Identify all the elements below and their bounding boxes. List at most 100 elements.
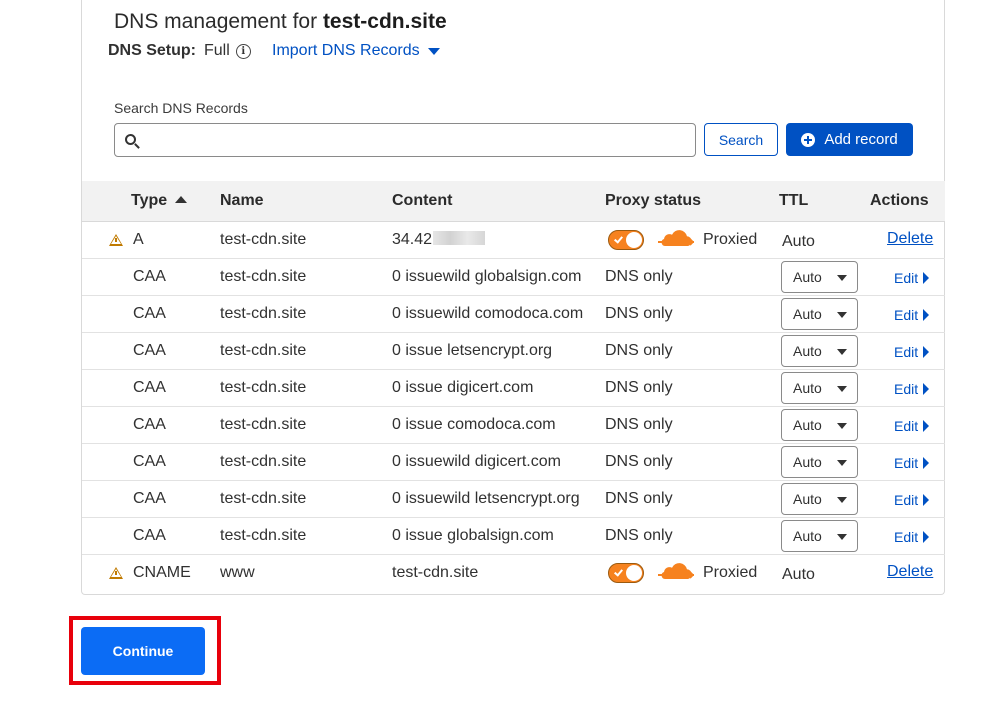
- add-record-button[interactable]: Add record: [786, 123, 913, 156]
- table-row: CAA test-cdn.site 0 issue digicert.com DNS …: [82, 370, 945, 407]
- plus-circle-icon: [801, 132, 816, 147]
- edit-label: Edit: [894, 307, 919, 323]
- search-button[interactable]: Search: [704, 123, 778, 156]
- record-content: 0 issue letsencrypt.org: [392, 342, 552, 360]
- ttl-select[interactable]: Auto: [781, 298, 858, 330]
- ttl-select[interactable]: Auto: [781, 409, 858, 441]
- select-caret-icon: [837, 460, 847, 466]
- record-type: A: [133, 231, 144, 248]
- edit-label: Edit: [894, 529, 919, 545]
- column-header-type-label: Type: [131, 192, 168, 209]
- delete-link[interactable]: Delete: [887, 563, 933, 581]
- edit-link[interactable]: Edit: [894, 529, 930, 545]
- check-icon: [614, 234, 623, 244]
- cloud-proxy-icon: [658, 230, 695, 250]
- edit-label: Edit: [894, 418, 919, 434]
- table-row: CNAME www test-cdn.site Proxied Auto Delete: [82, 555, 945, 592]
- ttl-select[interactable]: Auto: [781, 483, 858, 515]
- record-content: 0 issuewild digicert.com: [392, 453, 561, 471]
- select-caret-icon: [837, 386, 847, 392]
- dns-setup-value: Full: [204, 42, 230, 59]
- search-input[interactable]: [145, 124, 685, 156]
- record-name: test-cdn.site: [220, 527, 307, 544]
- table-row: CAA test-cdn.site 0 issue globalsign.com DN…: [82, 518, 945, 555]
- ttl-select[interactable]: Auto: [781, 372, 858, 404]
- edit-link[interactable]: Edit: [894, 492, 930, 508]
- proxy-status-label: DNS only: [605, 342, 673, 359]
- column-header-content: Content: [392, 192, 453, 209]
- proxy-status: Proxied: [608, 563, 757, 583]
- column-header-type[interactable]: Type: [131, 192, 188, 210]
- search-field[interactable]: [114, 123, 696, 157]
- table-row: CAA test-cdn.site 0 issue letsencrypt.org D…: [82, 333, 945, 370]
- record-type: CNAME: [133, 564, 191, 581]
- record-type: CAA: [133, 342, 166, 359]
- ttl-select[interactable]: Auto: [781, 261, 858, 293]
- select-caret-icon: [837, 423, 847, 429]
- caret-right-icon: [923, 420, 930, 432]
- info-icon[interactable]: i: [235, 43, 251, 59]
- record-name: test-cdn.site: [220, 490, 307, 507]
- title-prefix: DNS management for: [114, 10, 323, 33]
- ttl-select-value: Auto: [793, 454, 822, 470]
- proxy-status-label: DNS only: [605, 453, 673, 470]
- edit-link[interactable]: Edit: [894, 455, 930, 471]
- import-dns-records-label: Import DNS Records: [272, 42, 420, 59]
- ttl-select[interactable]: Auto: [781, 520, 858, 552]
- edit-link[interactable]: Edit: [894, 344, 930, 360]
- column-header-ttl: TTL: [779, 192, 809, 209]
- record-content-value: 0 issuewild comodoca.com: [392, 305, 584, 322]
- proxy-status-label: DNS only: [605, 268, 673, 285]
- edit-link[interactable]: Edit: [894, 307, 930, 323]
- redacted-ip-mask: [433, 231, 486, 245]
- title-domain: test-cdn.site: [322, 10, 447, 33]
- edit-label: Edit: [894, 455, 919, 471]
- record-type: CAA: [133, 453, 166, 470]
- record-content: 0 issue digicert.com: [392, 379, 533, 397]
- caret-right-icon: [923, 346, 930, 358]
- edit-link[interactable]: Edit: [894, 418, 930, 434]
- caret-right-icon: [923, 309, 930, 321]
- record-type: CAA: [133, 527, 166, 544]
- proxy-status-label: DNS only: [605, 416, 673, 433]
- record-content: 0 issue comodoca.com: [392, 416, 556, 434]
- record-type: CAA: [133, 305, 166, 322]
- record-content: 34.42: [392, 231, 486, 249]
- proxy-status-label: DNS only: [605, 490, 673, 507]
- import-dns-records-dropdown[interactable]: Import DNS Records: [272, 42, 440, 60]
- dns-records-table: Type Name Content Proxy status TTL Actio…: [82, 181, 945, 592]
- proxy-status-label: DNS only: [605, 379, 673, 396]
- record-name: test-cdn.site: [220, 231, 307, 248]
- sort-ascending-icon: [175, 196, 188, 203]
- proxy-toggle[interactable]: [608, 230, 644, 250]
- check-icon: [614, 567, 623, 577]
- page-title: DNS management for test-cdn.site: [114, 10, 447, 34]
- edit-link[interactable]: Edit: [894, 270, 930, 286]
- caret-right-icon: [923, 531, 930, 543]
- caret-right-icon: [923, 383, 930, 395]
- ttl-value: Auto: [782, 566, 815, 583]
- proxy-toggle[interactable]: [608, 563, 644, 583]
- table-row: CAA test-cdn.site 0 issue comodoca.com DNS …: [82, 407, 945, 444]
- continue-button[interactable]: Continue: [81, 627, 205, 675]
- dns-setup: DNS Setup: Full i: [108, 42, 251, 60]
- edit-link[interactable]: Edit: [894, 381, 930, 397]
- ttl-select[interactable]: Auto: [781, 446, 858, 478]
- edit-label: Edit: [894, 492, 919, 508]
- dns-setup-label: DNS Setup:: [108, 42, 196, 59]
- search-icon: [125, 134, 136, 145]
- ttl-select-value: Auto: [793, 380, 822, 396]
- record-type: CAA: [133, 379, 166, 396]
- record-name: test-cdn.site: [220, 342, 307, 359]
- record-content: 0 issue globalsign.com: [392, 527, 554, 545]
- column-header-proxy-status: Proxy status: [605, 192, 702, 209]
- table-row: Atest-cdn.site 34.42 Proxied Auto Delete: [82, 222, 945, 259]
- ttl-select[interactable]: Auto: [781, 335, 858, 367]
- dns-management-card: DNS management for test-cdn.site DNS Set…: [81, 0, 945, 595]
- table-row: CAA test-cdn.site 0 issuewild globalsign.c…: [82, 259, 945, 296]
- ttl-select-value: Auto: [793, 269, 822, 285]
- select-caret-icon: [837, 312, 847, 318]
- warning-icon: [109, 234, 123, 246]
- select-caret-icon: [837, 534, 847, 540]
- delete-link[interactable]: Delete: [887, 230, 933, 248]
